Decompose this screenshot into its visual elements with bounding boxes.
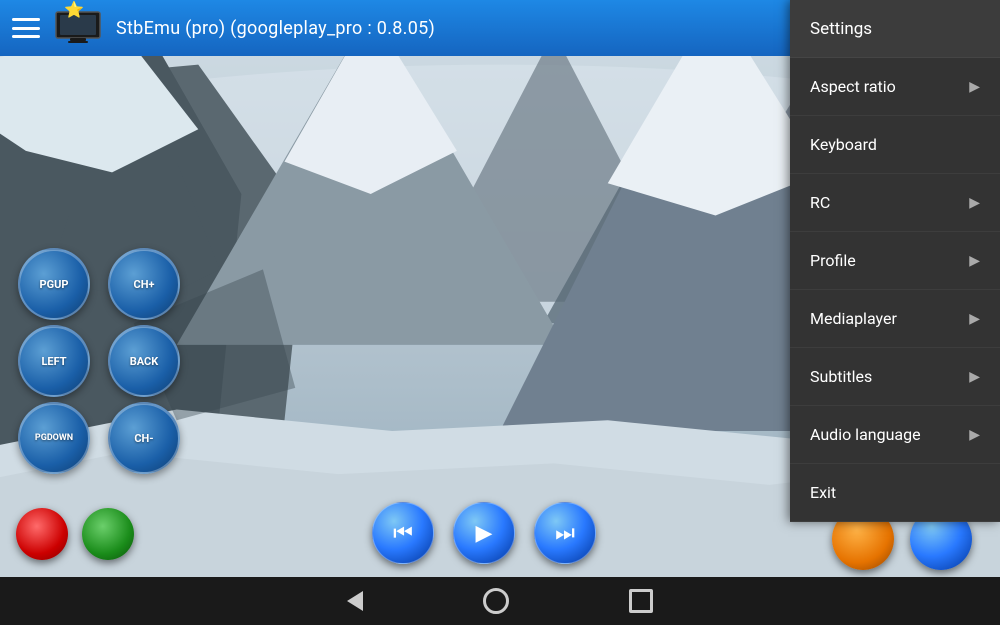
menu-item-profile[interactable]: Profile ▶ (790, 232, 1000, 290)
nav-recent-button[interactable] (629, 589, 653, 613)
dropdown-menu: Settings Aspect ratio ▶ Keyboard RC ▶ Profile ▶… (790, 0, 1000, 522)
chevron-right-icon: ▶ (969, 195, 980, 211)
menu-item-settings[interactable]: Settings (790, 0, 1000, 58)
menu-item-label: Mediaplayer (810, 309, 897, 328)
btn-back[interactable]: BACK (108, 325, 180, 397)
menu-item-keyboard[interactable]: Keyboard (790, 116, 1000, 174)
btn-rewind[interactable]: ⏮ (372, 502, 434, 564)
android-nav-bar (0, 577, 1000, 625)
menu-item-audio-language[interactable]: Audio language ▶ (790, 406, 1000, 464)
menu-item-exit[interactable]: Exit (790, 464, 1000, 522)
menu-item-label: RC (810, 193, 830, 212)
btn-left[interactable]: LEFT (18, 325, 90, 397)
menu-item-mediaplayer[interactable]: Mediaplayer ▶ (790, 290, 1000, 348)
menu-item-rc[interactable]: RC ▶ (790, 174, 1000, 232)
app-title: StbEmu (pro) (googleplay_pro : 0.8.05) (116, 18, 435, 39)
btn-green[interactable] (82, 508, 134, 560)
chevron-right-icon: ▶ (969, 79, 980, 95)
btn-chplus[interactable]: CH+ (108, 248, 180, 320)
chevron-right-icon: ▶ (969, 369, 980, 385)
menu-item-label: Settings (810, 19, 872, 39)
hamburger-menu-icon[interactable] (12, 18, 40, 38)
btn-red[interactable] (16, 508, 68, 560)
menu-item-subtitles[interactable]: Subtitles ▶ (790, 348, 1000, 406)
menu-item-label: Subtitles (810, 367, 872, 386)
menu-item-label: Audio language (810, 425, 921, 444)
btn-play[interactable]: ▶ (453, 502, 515, 564)
chevron-right-icon: ▶ (969, 427, 980, 443)
chevron-right-icon: ▶ (969, 253, 980, 269)
menu-item-label: Aspect ratio (810, 77, 896, 96)
star-badge: ⭐ (64, 2, 84, 18)
nav-home-button[interactable] (483, 588, 509, 614)
menu-item-label: Keyboard (810, 135, 877, 154)
menu-item-label: Profile (810, 251, 856, 270)
btn-chminus[interactable]: CH- (108, 402, 180, 474)
btn-forward[interactable]: ⏭ (534, 502, 596, 564)
tv-icon-container: ⭐ (54, 8, 102, 48)
menu-item-aspect-ratio[interactable]: Aspect ratio ▶ (790, 58, 1000, 116)
nav-back-button[interactable] (347, 591, 363, 611)
btn-pgdown[interactable]: PGDOWN (18, 402, 90, 474)
chevron-right-icon: ▶ (969, 311, 980, 327)
menu-item-label: Exit (810, 483, 836, 502)
btn-pgup[interactable]: PGUP (18, 248, 90, 320)
